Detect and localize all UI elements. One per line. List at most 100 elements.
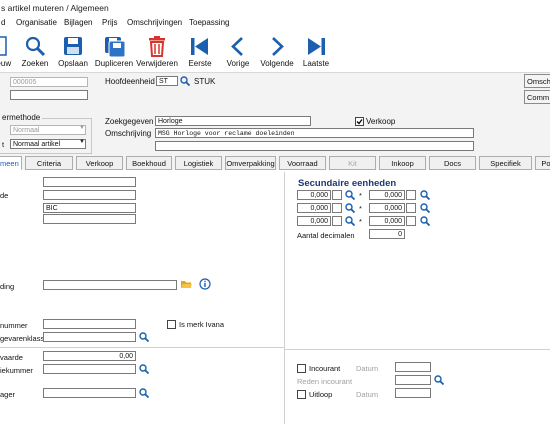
menu-item-prijs[interactable]: Prijs (102, 18, 118, 27)
sec-row2-search-b-icon[interactable] (420, 203, 430, 213)
waarde-field[interactable]: 0,00 (43, 351, 136, 361)
trash-icon (149, 36, 165, 57)
right-divider (285, 349, 550, 350)
next-icon (272, 37, 284, 56)
method-dropdown-icon[interactable]: ▼ (79, 125, 85, 131)
iekummer-search-icon[interactable] (139, 364, 149, 374)
menu-item-d[interactable]: d (1, 18, 5, 27)
tab-boekhoud[interactable]: Boekhoud (126, 156, 172, 170)
sec-row3-unit[interactable] (332, 216, 342, 226)
uitloop-datum-label: Datum (356, 390, 379, 399)
reden-search-icon[interactable] (434, 375, 444, 385)
left-field-1[interactable] (43, 177, 136, 187)
gevarenklasse-field[interactable] (43, 332, 136, 342)
hoofdeenheid-search-icon[interactable] (180, 76, 190, 86)
sec-row1-search-icon[interactable] (345, 190, 355, 200)
decimalen-field[interactable]: 0 (369, 229, 405, 239)
merk-ivana-checkbox[interactable] (167, 320, 176, 329)
ager-search-icon[interactable] (139, 388, 149, 398)
reden-incourant-label: Reden incourant (297, 377, 353, 386)
omschrijving-button[interactable]: Omschri (524, 74, 550, 88)
sec-row1-unit-b[interactable] (406, 190, 416, 200)
sec-row3-unit-b[interactable] (406, 216, 416, 226)
tab-logistiek[interactable]: Logistiek (175, 156, 222, 170)
incourant-checkbox[interactable] (297, 364, 306, 373)
hoofdeenheid-code-field[interactable]: ST (156, 76, 178, 86)
ager-field[interactable] (43, 388, 136, 398)
ding-field[interactable] (43, 280, 177, 290)
uitloop-datum-field[interactable] (395, 388, 431, 398)
first-icon (191, 38, 208, 55)
type-select[interactable]: Normaal artikel (10, 139, 86, 149)
left-field-4[interactable] (43, 214, 136, 224)
zoekgegeven-field[interactable]: Horloge (155, 116, 311, 126)
tab-docs[interactable]: Docs (429, 156, 476, 170)
sec-row1-a[interactable]: 0,000 (297, 190, 331, 200)
omschrijving-field-2[interactable] (155, 141, 474, 151)
sec-row3-search-icon[interactable] (345, 216, 355, 226)
sec-row1-unit[interactable] (332, 190, 342, 200)
type-label: t (2, 140, 5, 149)
tab-algemeen[interactable]: Algemeen (0, 156, 22, 170)
uitloop-checkbox[interactable] (297, 390, 306, 399)
tab-voorraad[interactable]: Voorraad (279, 156, 326, 170)
hoofdeenheid-label: Hoofdeenheid (105, 77, 155, 86)
type-dropdown-icon[interactable]: ▼ (79, 139, 85, 145)
sec-row3-b[interactable]: 0,000 (369, 216, 405, 226)
label-ding: ding (0, 282, 15, 291)
tab-inkoop[interactable]: Inkoop (379, 156, 426, 170)
tab-criteria[interactable]: Criteria (25, 156, 73, 170)
sec-row2-a[interactable]: 0,000 (297, 203, 331, 213)
label-de: de (0, 191, 9, 200)
last-icon (308, 38, 325, 55)
label-iekummer: iekummer (0, 366, 33, 375)
tab-specifiek[interactable]: Specifiek (479, 156, 532, 170)
sec-row2-unit-b[interactable] (406, 203, 416, 213)
tab-omverpakking[interactable]: Omverpakking (225, 156, 276, 170)
sec-row1-times: * (359, 191, 362, 200)
decimalen-label: Aantal decimalen (297, 231, 355, 240)
folder-open-icon[interactable] (181, 280, 192, 289)
left-field-2[interactable] (43, 190, 136, 200)
merk-ivana-label: Is merk Ivana (179, 320, 225, 329)
title-bar: s artikel muteren / Algemeen (0, 0, 550, 16)
sec-row2-b[interactable]: 0,000 (369, 203, 405, 213)
omschrijving-field[interactable]: MSG Horloge voor reclame doeleinden (155, 128, 474, 138)
toolbar: Nieuw Zoeken Opslaan Dupliceren Verwijde… (0, 30, 550, 73)
method-group-title: ermethode (0, 113, 43, 122)
info-icon[interactable] (199, 278, 211, 290)
search-icon (25, 36, 46, 57)
label-nummer: nummer (0, 321, 28, 330)
sec-row1-search-b-icon[interactable] (420, 190, 430, 200)
sec-row2-times: * (359, 204, 362, 213)
method-select[interactable]: Normaal (10, 125, 86, 135)
article-sub-field[interactable] (10, 90, 88, 100)
article-number-field[interactable]: 000005 (10, 77, 88, 87)
tab-kit[interactable]: Kit (329, 156, 376, 170)
nummer-field[interactable] (43, 319, 136, 329)
tab-verkoop[interactable]: Verkoop (76, 156, 123, 170)
reden-incourant-field[interactable] (395, 375, 431, 385)
verkoop-checkbox[interactable] (355, 117, 364, 126)
duplicate-icon (105, 37, 125, 57)
menu-bar: d Organisatie Bijlagen Prijs Omschrijvin… (0, 16, 550, 30)
menu-item-bijlagen[interactable]: Bijlagen (64, 18, 92, 27)
left-field-3[interactable]: BIC (43, 203, 136, 213)
tab-po[interactable]: Po (535, 156, 550, 170)
sec-row1-b[interactable]: 0,000 (369, 190, 405, 200)
incourant-datum-field[interactable] (395, 362, 431, 372)
iekummer-field[interactable] (43, 364, 136, 374)
comment-button[interactable]: Comm (524, 90, 550, 104)
omschrijving-label: Omschrijving (105, 129, 152, 138)
menu-item-toepassing[interactable]: Toepassing (189, 18, 229, 27)
save-icon (64, 37, 82, 55)
menu-item-organisatie[interactable]: Organisatie (16, 18, 57, 27)
sec-row2-search-icon[interactable] (345, 203, 355, 213)
menu-item-omschrijvingen[interactable]: Omschrijvingen (127, 18, 182, 27)
sec-row3-search-b-icon[interactable] (420, 216, 430, 226)
gevarenklasse-search-icon[interactable] (139, 332, 149, 342)
previous-icon (231, 37, 243, 56)
sec-row2-unit[interactable] (332, 203, 342, 213)
sec-row3-a[interactable]: 0,000 (297, 216, 331, 226)
sec-row3-times: * (359, 217, 362, 226)
